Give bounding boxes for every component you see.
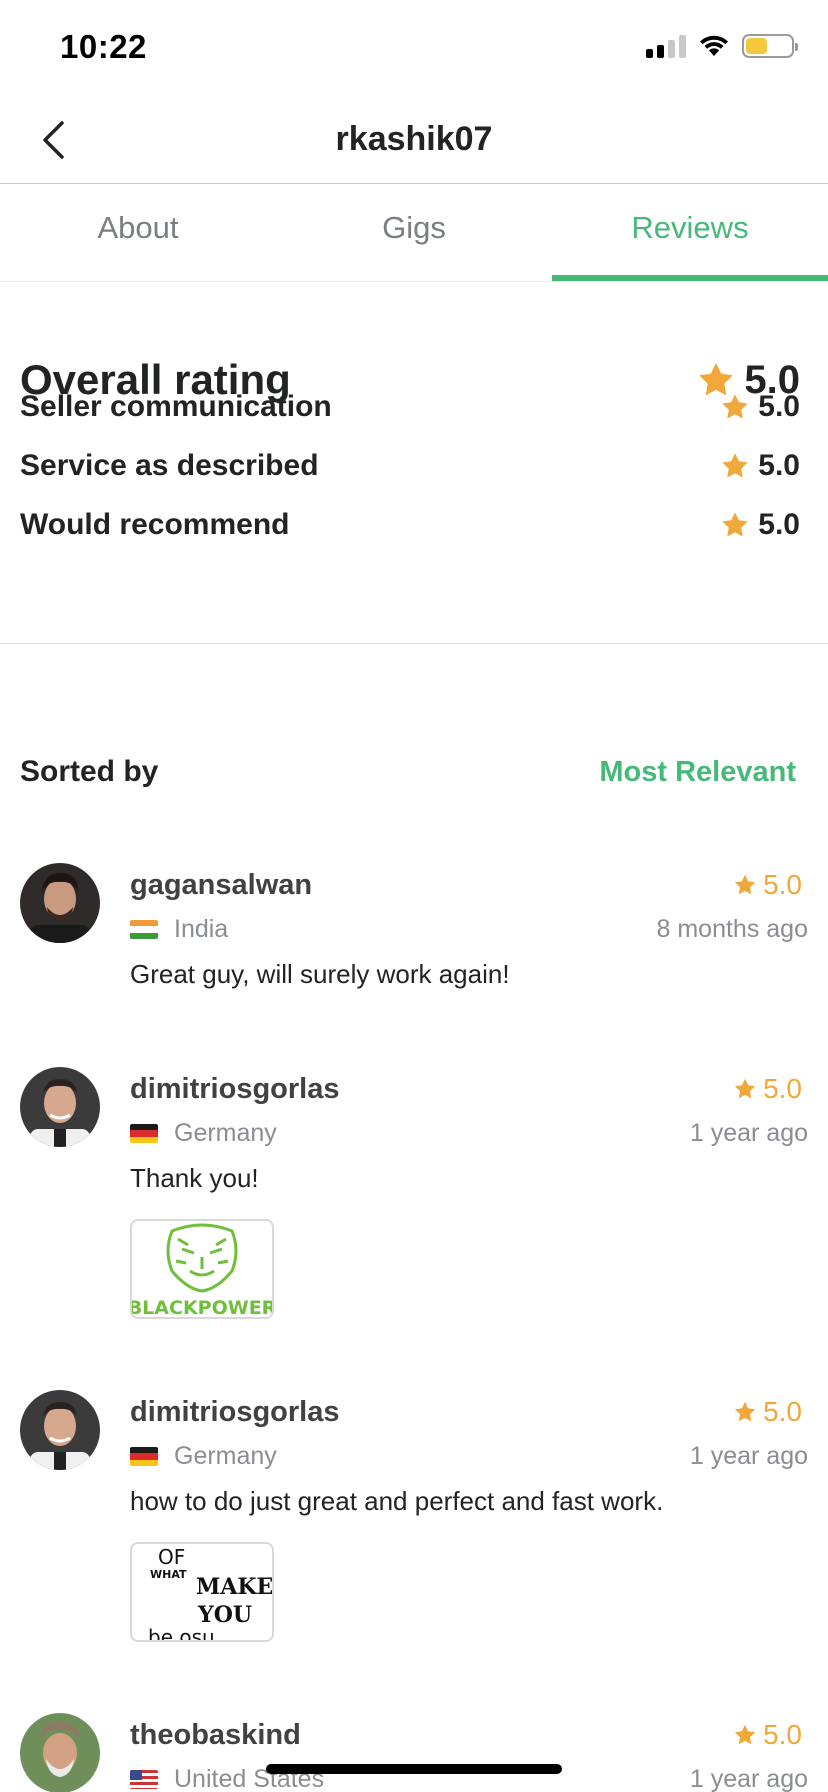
- star-icon: [733, 1077, 757, 1101]
- star-icon: [720, 451, 750, 481]
- attachment-text: MAKE: [196, 1574, 272, 1600]
- rating-row-communication: Seller communication 5.0: [20, 390, 800, 424]
- avatar[interactable]: [20, 1067, 100, 1147]
- attachment-text: OF: [158, 1545, 185, 1569]
- ratings-summary: Overall rating 5.0 Seller communication …: [0, 282, 828, 644]
- status-time: 10:22: [60, 28, 147, 65]
- status-icons: [646, 34, 798, 58]
- page-title: rkashik07: [335, 120, 493, 158]
- review-rating-number: 5.0: [763, 1396, 802, 1427]
- review-text: Thank you!: [130, 1163, 259, 1193]
- tab-reviews[interactable]: Reviews: [552, 185, 828, 281]
- review-rating-number: 5.0: [763, 1719, 802, 1750]
- rating-label: Would recommend: [20, 508, 290, 541]
- country-name: Germany: [174, 1442, 277, 1470]
- review-text: Great guy, will surely work again!: [130, 959, 510, 989]
- review-attachment-thumbnail[interactable]: BLACKPOWER: [130, 1219, 274, 1319]
- rating-row-recommend: Would recommend 5.0: [20, 508, 800, 542]
- sort-row: Sorted by Most Relevant: [20, 755, 796, 789]
- review-time: 1 year ago: [689, 1442, 808, 1470]
- star-icon: [720, 392, 750, 422]
- attachment-text: WHAT: [150, 1568, 187, 1581]
- india-flag-icon: [130, 920, 158, 939]
- review-rating-number: 5.0: [763, 869, 802, 900]
- review-time: 8 months ago: [656, 915, 809, 943]
- sort-dropdown[interactable]: Most Relevant: [599, 756, 796, 789]
- nav-header: rkashik07: [0, 100, 828, 184]
- reviewer-country: Germany: [130, 1119, 277, 1148]
- review-rating: 5.0: [733, 869, 802, 901]
- rating-label: Service as described: [20, 449, 319, 482]
- reviewer-country: Germany: [130, 1442, 277, 1471]
- star-icon: [720, 510, 750, 540]
- germany-flag-icon: [130, 1447, 158, 1466]
- status-bar: 10:22: [0, 0, 828, 100]
- country-name: Germany: [174, 1119, 277, 1147]
- reviewer-country: India: [130, 915, 228, 944]
- rating-number: 5.0: [758, 390, 800, 423]
- reviewer-name[interactable]: gagansalwan: [130, 869, 312, 902]
- review-attachment-thumbnail[interactable]: OF WHAT MAKE YOU be osu: [130, 1542, 274, 1642]
- rating-value: 5.0: [720, 449, 800, 483]
- review-time: 1 year ago: [689, 1119, 808, 1147]
- review-time: 1 year ago: [689, 1765, 808, 1792]
- star-icon: [733, 1400, 757, 1424]
- tab-gigs[interactable]: Gigs: [276, 185, 552, 281]
- star-icon: [733, 873, 757, 897]
- rating-label: Seller communication: [20, 390, 332, 423]
- wifi-icon: [700, 35, 728, 56]
- country-name: India: [174, 915, 229, 943]
- sort-label: Sorted by: [20, 755, 159, 788]
- review-text: how to do just great and perfect and fas…: [130, 1486, 664, 1516]
- home-indicator[interactable]: [266, 1764, 562, 1774]
- tab-about[interactable]: About: [0, 185, 276, 281]
- avatar[interactable]: [20, 1390, 100, 1470]
- rating-number: 5.0: [758, 508, 800, 541]
- battery-icon: [742, 34, 798, 58]
- review-rating: 5.0: [733, 1396, 802, 1428]
- avatar[interactable]: [20, 1713, 100, 1792]
- cellular-signal-icon: [646, 34, 686, 58]
- germany-flag-icon: [130, 1124, 158, 1143]
- rating-value: 5.0: [720, 508, 800, 542]
- review-rating-number: 5.0: [763, 1073, 802, 1104]
- avatar[interactable]: [20, 863, 100, 943]
- review-rating: 5.0: [733, 1719, 802, 1751]
- rating-number: 5.0: [758, 449, 800, 482]
- reviewer-name[interactable]: theobaskind: [130, 1719, 301, 1752]
- tab-bar: About Gigs Reviews: [0, 185, 828, 282]
- review-rating: 5.0: [733, 1073, 802, 1105]
- attachment-text: be osu: [148, 1625, 215, 1640]
- star-icon: [733, 1723, 757, 1747]
- usa-flag-icon: [130, 1770, 158, 1789]
- rating-row-service: Service as described 5.0: [20, 449, 800, 483]
- reviewer-name[interactable]: dimitriosgorlas: [130, 1073, 340, 1106]
- reviewer-name[interactable]: dimitriosgorlas: [130, 1396, 340, 1429]
- rating-value: 5.0: [720, 390, 800, 424]
- attachment-text: BLACKPOWER: [132, 1297, 272, 1317]
